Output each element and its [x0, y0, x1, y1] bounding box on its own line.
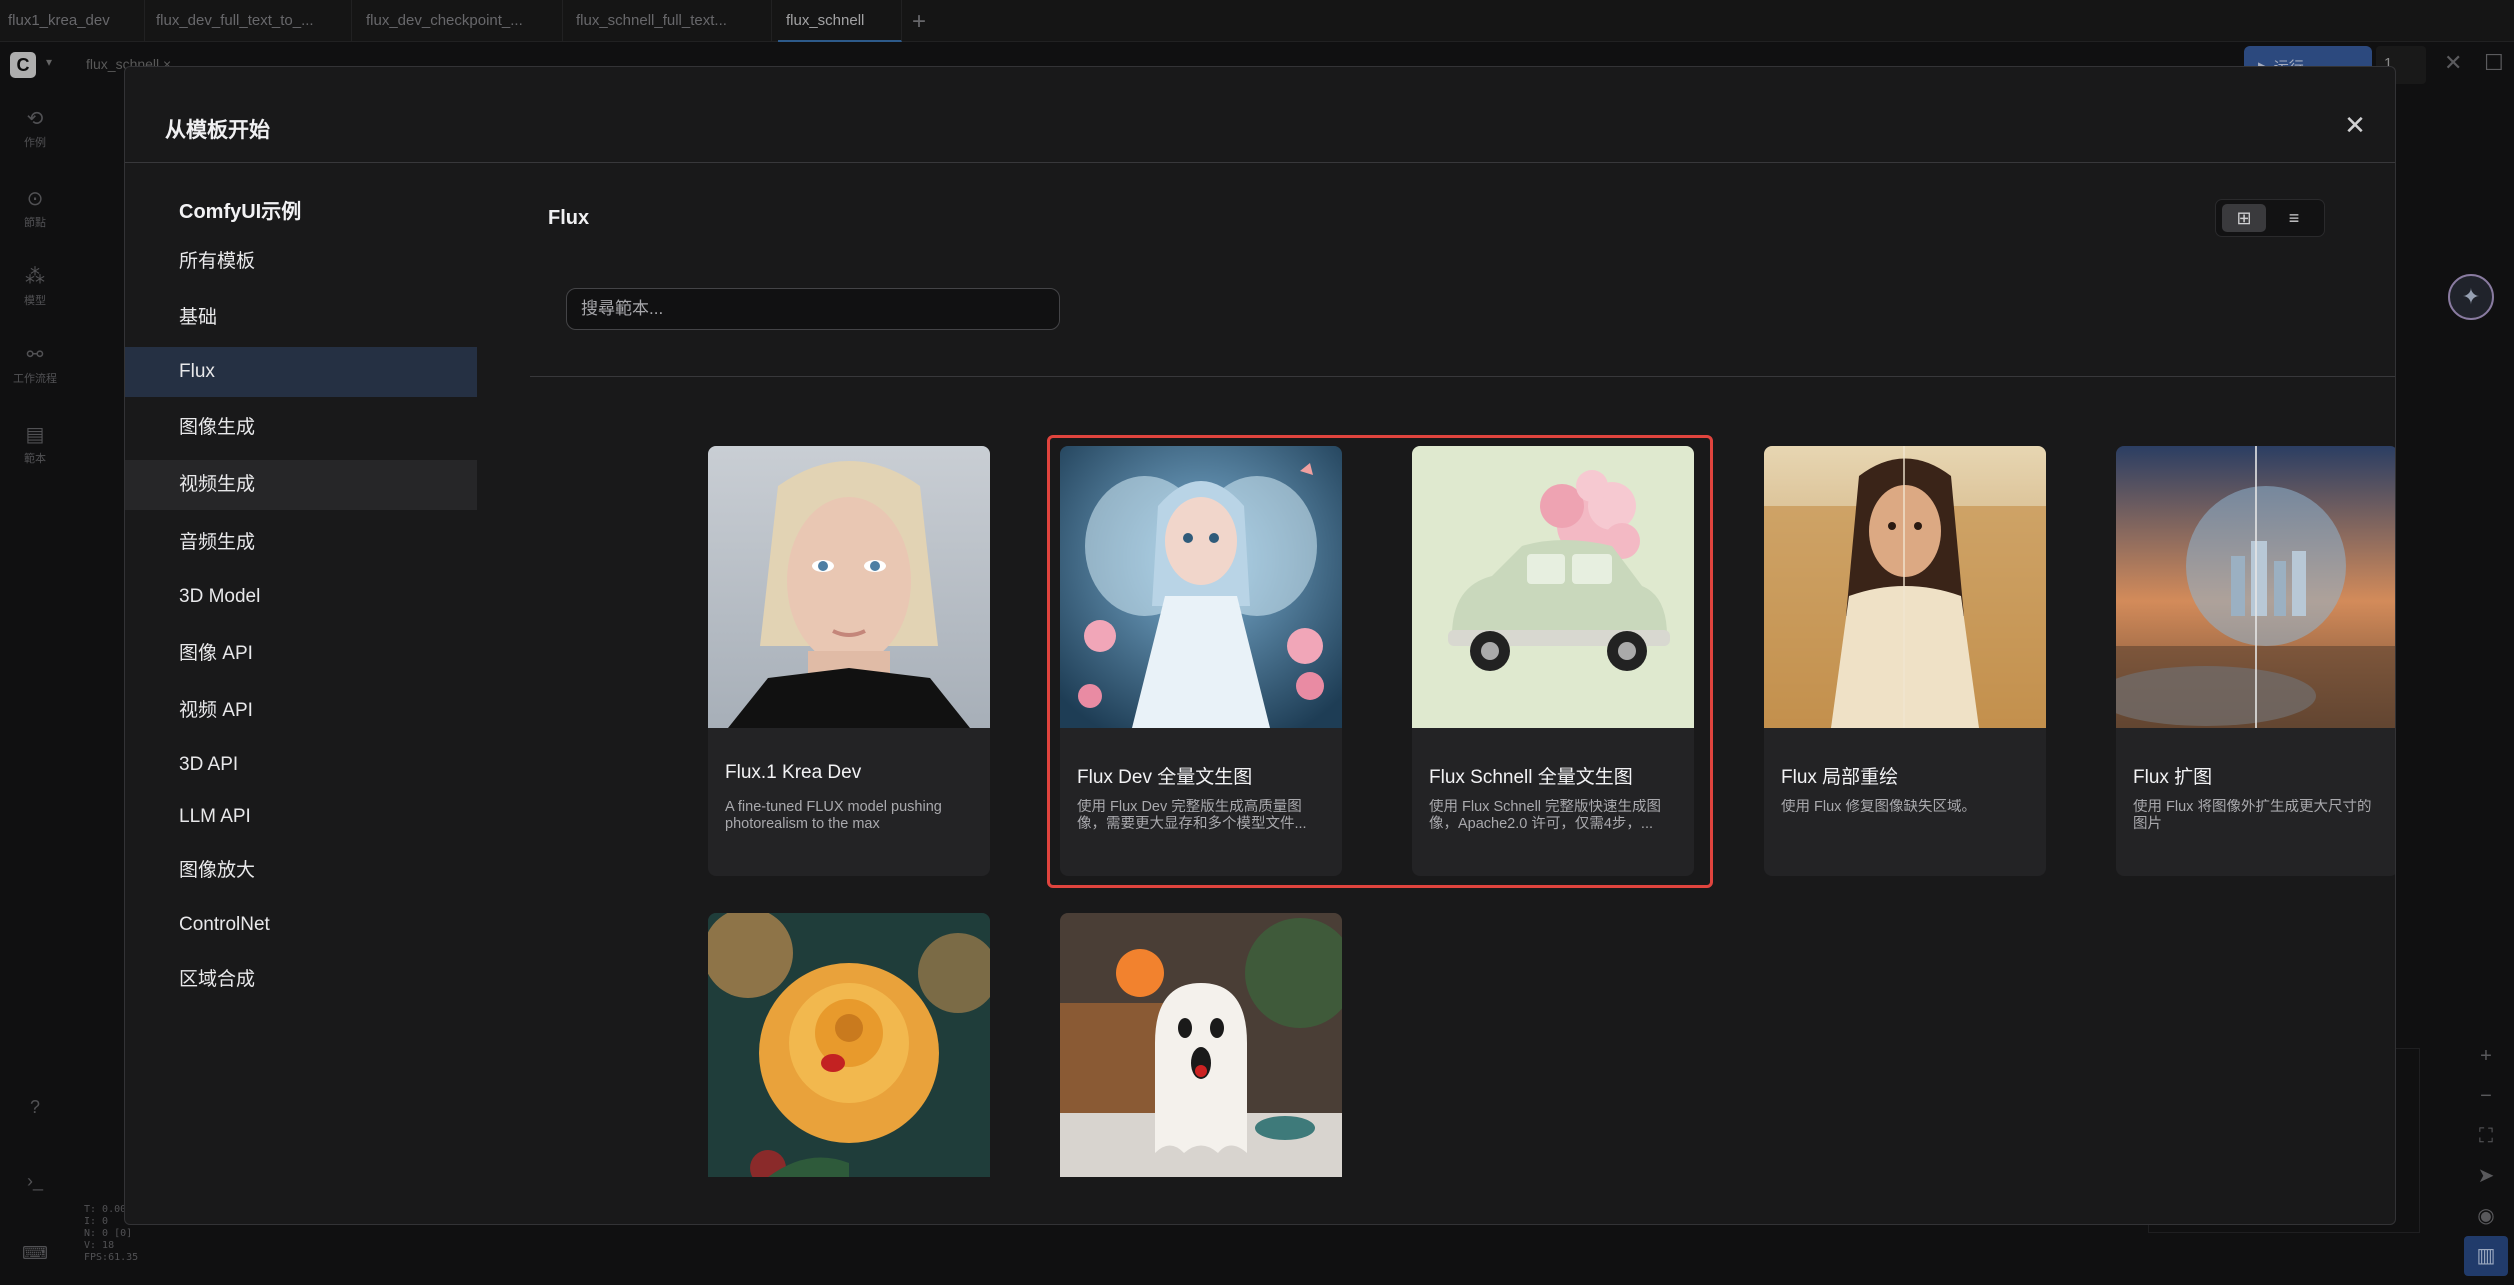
grid-view-icon[interactable]: ⊞	[2222, 204, 2266, 232]
template-thumbnail	[708, 913, 990, 1177]
template-thumbnail	[1412, 446, 1694, 728]
nav-item[interactable]: 音频生成	[125, 518, 477, 568]
nav-item[interactable]: 图像放大	[125, 846, 477, 896]
sidebar-heading: ComfyUI示例	[179, 201, 302, 223]
template-title: Flux Schnell 全量文生图	[1429, 767, 1633, 788]
template-search-input[interactable]	[566, 288, 1060, 330]
nav-item[interactable]: Flux	[125, 347, 477, 397]
template-thumbnail	[1060, 446, 1342, 728]
nav-item[interactable]: ControlNet	[125, 900, 477, 950]
template-thumbnail	[2116, 446, 2395, 728]
template-description: 使用 Flux Schnell 完整版快速生成图像，Apache2.0 许可，仅…	[1429, 799, 1662, 832]
dialog-title: 从模板开始	[165, 119, 270, 142]
template-card[interactable]: Flux Schnell 全量文生图使用 Flux Schnell 完整版快速生…	[1412, 446, 1694, 876]
section-title: Flux	[548, 207, 590, 229]
list-view-icon[interactable]: ≡	[2272, 204, 2316, 232]
template-description: 使用 Flux 将图像外扩生成更大尺寸的图片	[2133, 799, 2372, 832]
template-grid: Flux.1 Krea Dev A fine-tuned FLUX model p…	[530, 377, 2395, 1177]
nav-item[interactable]: 图像生成	[125, 403, 477, 453]
template-card[interactable]: Flux Dev 全量文生图使用 Flux Dev 完整版生成高质量图像，需要更…	[1060, 446, 1342, 876]
nav-item[interactable]: 视频生成	[125, 460, 477, 510]
template-description: A fine-tuned FLUX model pushing photorea…	[725, 799, 942, 832]
nav-item[interactable]: 视频 API	[125, 686, 477, 736]
nav-item[interactable]: 图像 API	[125, 629, 477, 679]
nav-item[interactable]: 所有模板	[125, 237, 477, 287]
template-title: Flux Dev 全量文生图	[1077, 767, 1253, 788]
template-card[interactable]: Flux 扩图使用 Flux 将图像外扩生成更大尺寸的图片	[2116, 446, 2395, 876]
template-title: Flux 扩图	[2133, 767, 2213, 788]
template-description: 使用 Flux 修复图像缺失区域。	[1781, 799, 1976, 815]
nav-item[interactable]: 3D Model	[125, 572, 477, 622]
template-thumbnail	[1764, 446, 2046, 728]
template-dialog: 从模板开始 ✕ ComfyUI示例 所有模板 基础 Flux 图像生成 视频生成 音频生成…	[124, 66, 2396, 1225]
view-mode-toggle: ⊞ ≡	[2215, 199, 2325, 237]
nav-item[interactable]: 区域合成	[125, 955, 477, 1005]
nav-item[interactable]: LLM API	[125, 792, 477, 842]
template-title: Flux 局部重绘	[1781, 767, 1899, 788]
template-card[interactable]: Flux.1 Krea Dev A fine-tuned FLUX model p…	[708, 446, 990, 876]
close-icon[interactable]: ✕	[2335, 105, 2375, 145]
template-thumbnail	[708, 446, 990, 728]
template-card[interactable]: Flux 局部重绘使用 Flux 修复图像缺失区域。	[1764, 446, 2046, 876]
template-card[interactable]: Flux Depth LoRA	[1060, 913, 1342, 1177]
template-title: Flux.1 Krea Dev	[725, 762, 862, 783]
template-thumbnail	[1060, 913, 1342, 1177]
nav-item[interactable]: 基础	[125, 293, 477, 343]
nav-item[interactable]: 3D API	[125, 740, 477, 790]
dialog-header: 从模板开始 ✕	[125, 67, 2395, 163]
template-description: 使用 Flux Dev 完整版生成高质量图像，需要更大显存和多个模型文件...	[1077, 799, 1307, 832]
template-card[interactable]: Flux Canny Model	[708, 913, 990, 1177]
